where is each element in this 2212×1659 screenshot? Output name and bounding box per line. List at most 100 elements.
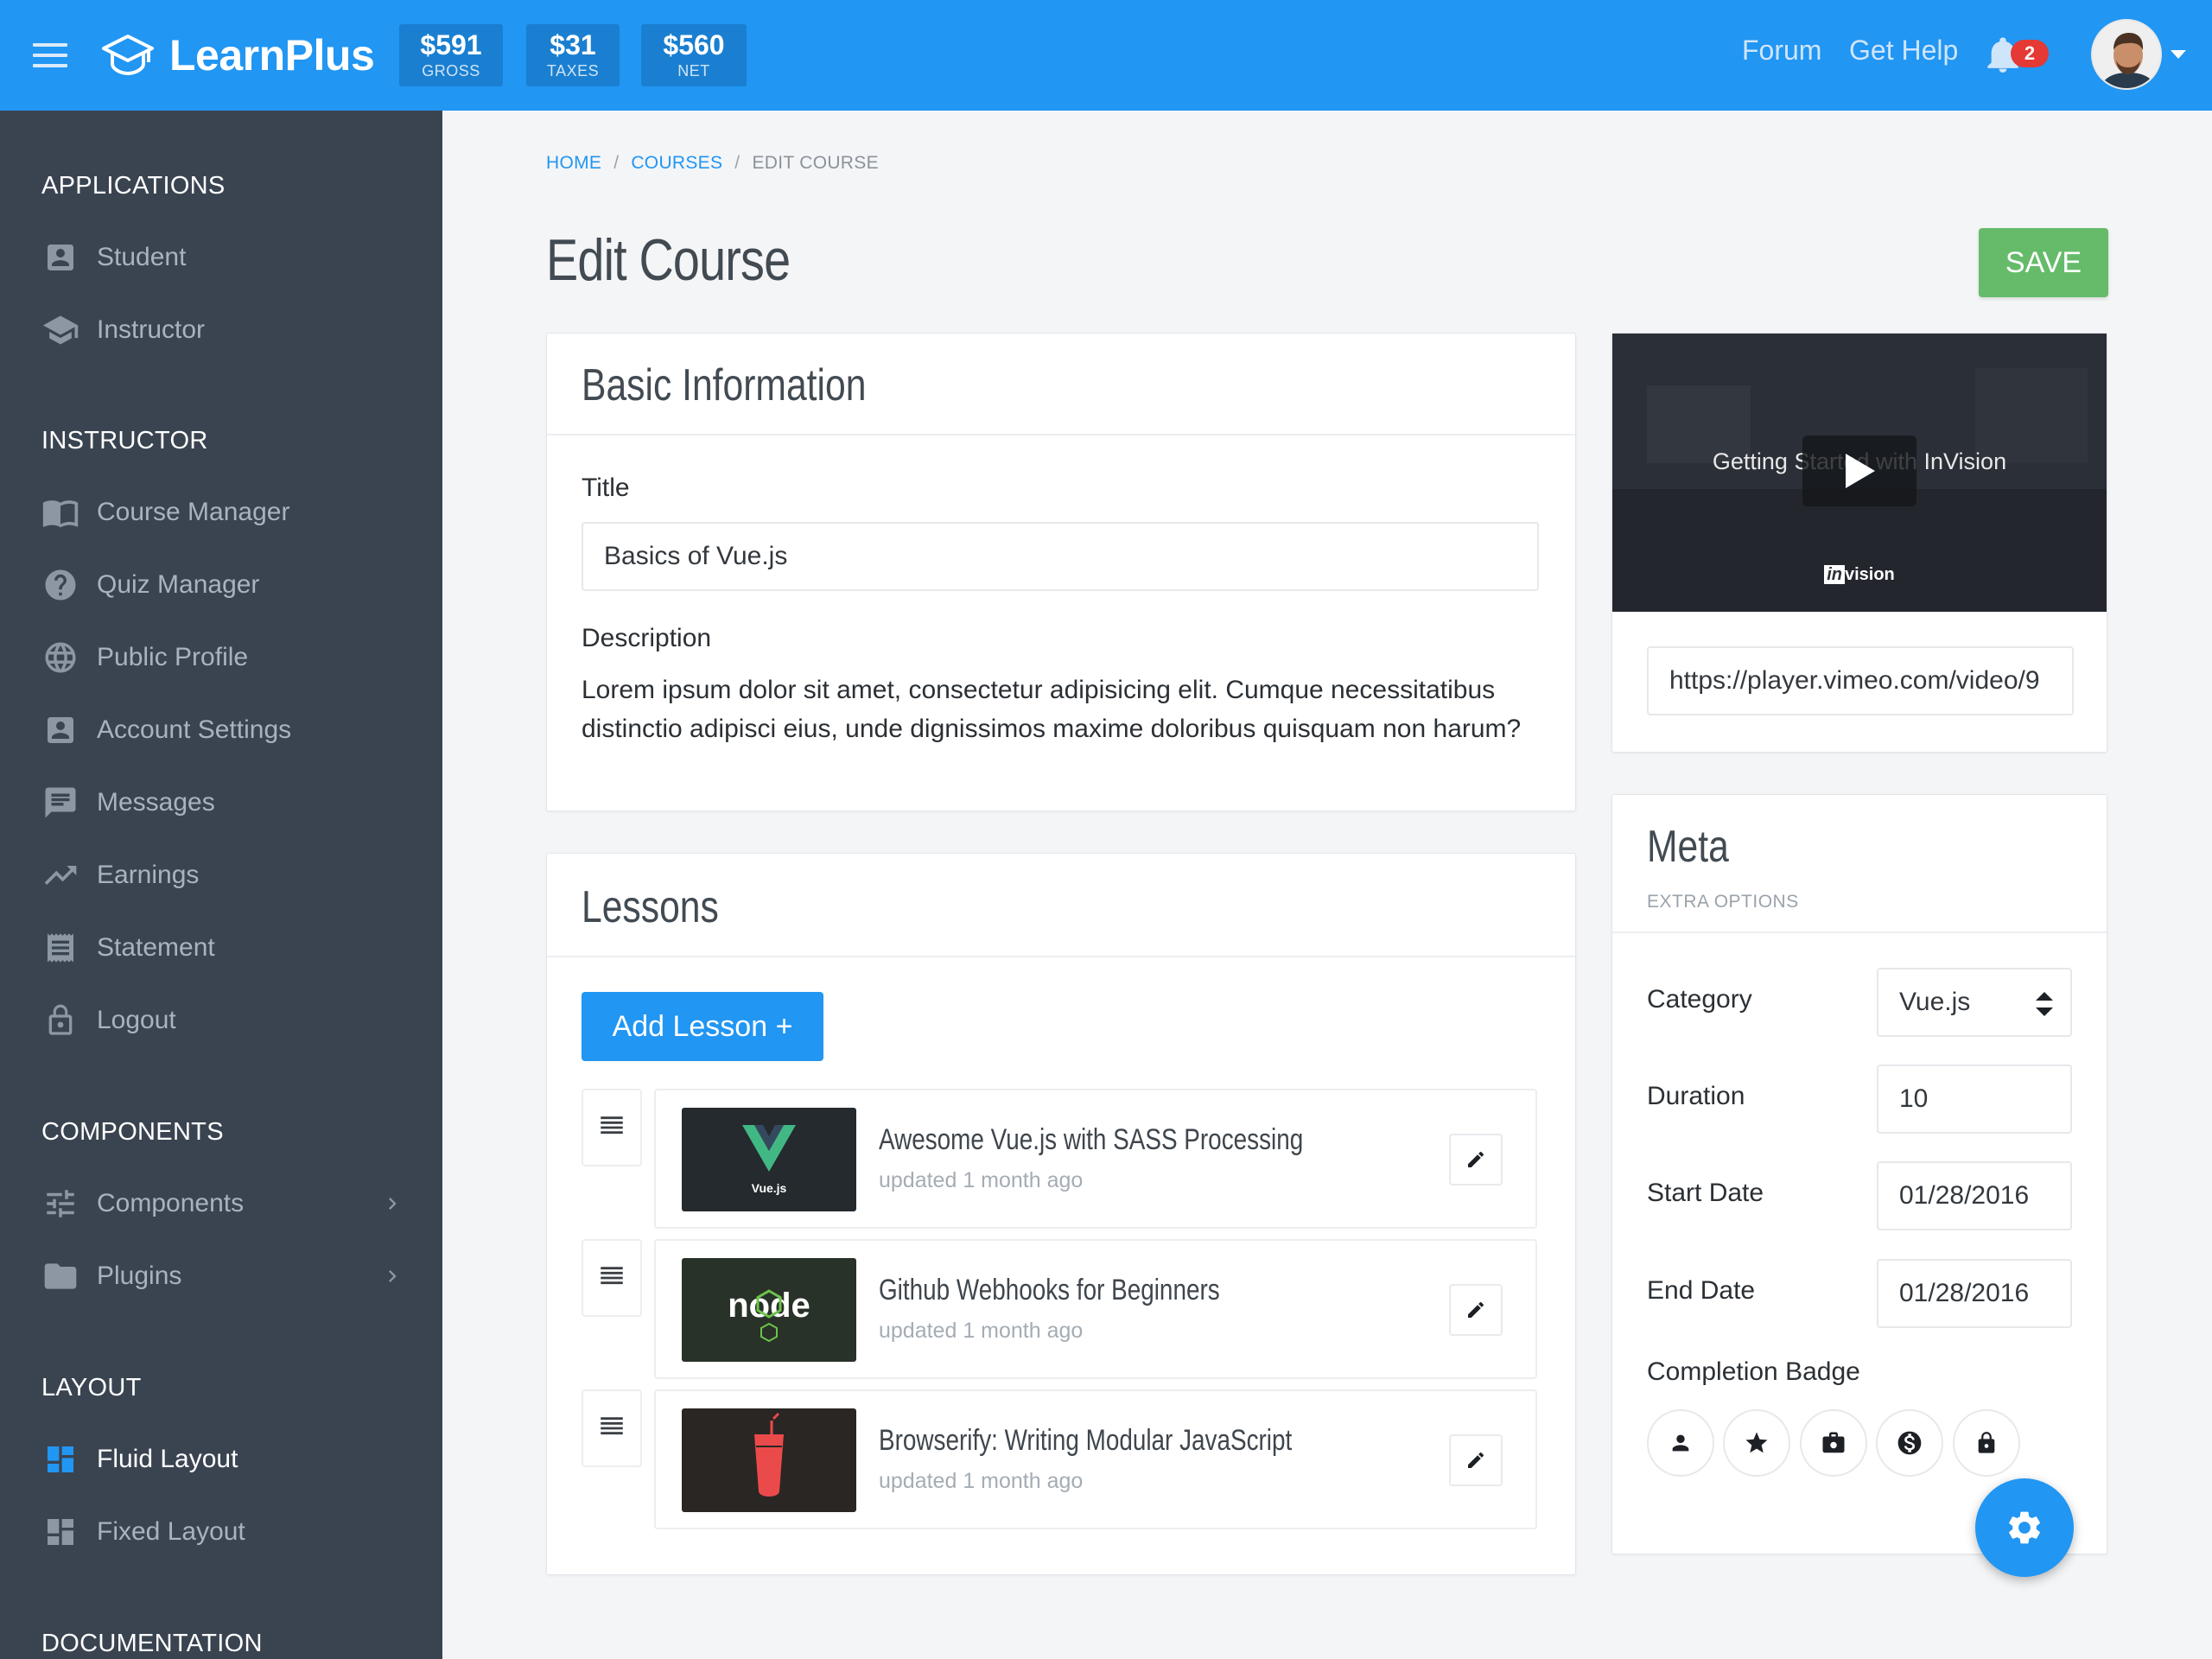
drag-handle-icon [601,1267,623,1285]
stat-net-value: $560 [663,29,725,60]
badge-option-star[interactable] [1723,1409,1790,1477]
badge-option-dollar[interactable] [1876,1409,1943,1477]
pencil-icon [1468,1452,1484,1468]
breadcrumb-separator: / [613,153,620,173]
badge-option-briefcase[interactable] [1800,1409,1867,1477]
card-header: Lessons [547,854,1575,957]
sidebar-item-student[interactable]: Student [41,233,404,282]
edit-lesson-button[interactable] [1449,1434,1503,1486]
completion-badge-label: Completion Badge [1647,1357,1860,1386]
breadcrumb-separator: / [734,153,741,173]
sidebar-item-fixed-layout[interactable]: Fixed Layout [41,1508,404,1556]
drag-handle[interactable] [582,1239,642,1317]
lesson-item: node Github Webhooks for Beginners updat… [654,1239,1537,1379]
settings-fab-button[interactable] [1975,1478,2074,1577]
gear-icon [2009,1511,2040,1544]
drag-handle-icon [601,1116,623,1135]
category-value: Vue.js [1899,988,1971,1016]
lesson-title[interactable]: Github Webhooks for Beginners [879,1274,1220,1307]
brand[interactable]: LearnPlus [100,29,375,81]
page-title: Edit Course [546,227,791,293]
nodejs-logo-icon: node [728,1287,810,1343]
sidebar-item-label: Public Profile [97,643,249,671]
play-button[interactable] [1802,435,1916,506]
sidebar-item-earnings[interactable]: Earnings [41,851,404,899]
category-label: Category [1647,985,1752,1014]
book-icon [41,493,79,531]
sidebar-heading-applications: APPLICATIONS [41,172,226,200]
card-header: Basic Information [547,334,1575,435]
brand-logo-icon [102,35,154,76]
sidebar-item-messages[interactable]: Messages [41,779,404,827]
sidebar-item-statement[interactable]: Statement [41,924,404,972]
avatar[interactable] [2091,19,2162,90]
sidebar-item-plugins[interactable]: Plugins [41,1252,404,1300]
trending-up-icon [41,856,79,894]
sidebar-item-label: Statement [97,933,215,962]
drag-handle[interactable] [582,1089,642,1166]
person-icon [1672,1434,1689,1452]
lesson-title[interactable]: Browserify: Writing Modular JavaScript [879,1424,1292,1458]
card-title: Lessons [582,882,719,932]
forum-link[interactable]: Forum [1742,35,1821,67]
end-date-label: End Date [1647,1276,1756,1305]
brand-name: LearnPlus [169,31,375,79]
lessons-card: Lessons Add Lesson + Vue.js Awesome Vue.… [546,853,1576,1575]
save-button[interactable]: SAVE [1979,228,2108,297]
sidebar-item-course-manager[interactable]: Course Manager [41,488,404,537]
breadcrumb-current: EDIT COURSE [752,153,879,173]
pencil-icon [1468,1301,1484,1318]
sidebar-item-fluid-layout[interactable]: Fluid Layout [41,1435,404,1484]
sidebar-item-logout[interactable]: Logout [41,996,404,1045]
globe-icon [41,639,79,677]
card-title: Meta [1647,822,1729,872]
dashboard-icon [41,1513,79,1551]
sidebar-item-label: Logout [97,1006,176,1034]
stat-net: $560 NET [641,24,747,86]
stat-taxes-label: TAXES [546,62,600,79]
drag-handle[interactable] [582,1389,642,1467]
lesson-thumbnail [682,1408,856,1512]
play-icon [1846,454,1875,488]
sort-arrows-icon [2036,992,2053,1016]
sidebar-item-quiz-manager[interactable]: Quiz Manager [41,561,404,609]
start-date-input[interactable]: 01/28/2016 [1877,1161,2072,1230]
account-box-icon [41,711,79,749]
tune-icon [41,1185,79,1223]
sidebar-item-label: Fixed Layout [97,1517,245,1546]
sidebar-item-instructor[interactable]: Instructor [41,306,404,354]
chevron-right-icon [389,1198,397,1210]
lesson-title[interactable]: Awesome Vue.js with SASS Processing [879,1123,1303,1157]
breadcrumb-home[interactable]: HOME [546,153,601,173]
basic-information-card: Basic Information Title Basics of Vue.js… [546,333,1576,811]
lesson-item: Browserify: Writing Modular JavaScript u… [654,1389,1537,1529]
meta-card: Meta EXTRA OPTIONS Category Vue.js Durat… [1611,794,2107,1554]
edit-lesson-button[interactable] [1449,1134,1503,1185]
sidebar-item-components[interactable]: Components [41,1179,404,1228]
badge-option-lock[interactable] [1953,1409,2020,1477]
category-select[interactable]: Vue.js [1877,968,2072,1037]
video-url-input[interactable]: https://player.vimeo.com/video/9 [1647,646,2074,715]
sidebar-item-public-profile[interactable]: Public Profile [41,633,404,682]
breadcrumb-courses[interactable]: COURSES [631,153,722,173]
title-input[interactable]: Basics of Vue.js [582,522,1539,591]
get-help-link[interactable]: Get Help [1849,35,1958,67]
stat-taxes: $31 TAXES [526,24,620,86]
sidebar-item-label: Quiz Manager [97,570,260,599]
dollar-icon [1897,1431,1922,1455]
description-textarea[interactable]: Lorem ipsum dolor sit amet, consectetur … [582,671,1567,748]
badge-option-person[interactable] [1647,1409,1714,1477]
sidebar: APPLICATIONS Student Instructor INSTRUCT… [0,111,442,1659]
sidebar-item-account-settings[interactable]: Account Settings [41,706,404,754]
star-icon [1745,1432,1768,1453]
sidebar-item-label: Messages [97,788,215,817]
sidebar-item-label: Fluid Layout [97,1445,238,1473]
chevron-down-icon[interactable] [2171,50,2186,59]
menu-icon[interactable] [33,43,67,67]
end-date-input[interactable]: 01/28/2016 [1877,1259,2072,1328]
duration-input[interactable]: 10 [1877,1065,2072,1134]
video-player[interactable]: Getting Started with InVision invision [1612,334,2107,612]
add-lesson-button[interactable]: Add Lesson + [582,992,823,1061]
sidebar-item-label: Student [97,243,187,271]
edit-lesson-button[interactable] [1449,1284,1503,1336]
